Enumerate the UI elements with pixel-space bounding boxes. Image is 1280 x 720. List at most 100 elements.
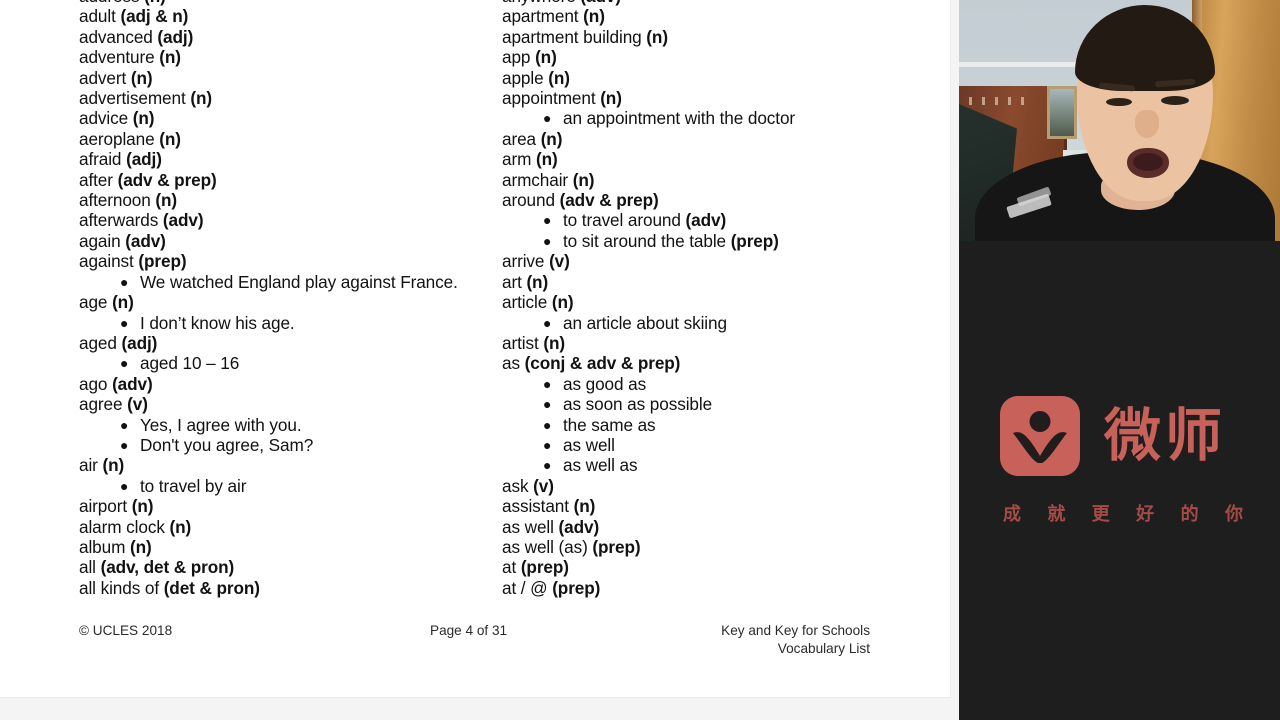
vocabulary-entry: apartment building (n) bbox=[502, 27, 922, 47]
entry-part-of-speech: (adj & n) bbox=[120, 6, 189, 27]
vocabulary-example: ● aged 10 – 16 bbox=[79, 353, 479, 373]
tagline-character: 成 bbox=[1003, 504, 1021, 525]
entry-headword: apartment bbox=[502, 6, 584, 27]
brand-tagline: 成就更好的你 bbox=[1003, 500, 1243, 526]
vocabulary-entry: advert (n) bbox=[79, 68, 479, 88]
entry-headword: all kinds of bbox=[79, 577, 164, 598]
vocabulary-entry: at (prep) bbox=[502, 557, 922, 577]
entry-headword: around bbox=[502, 190, 560, 211]
weishi-wordmark: 微师 bbox=[1104, 403, 1226, 469]
entry-headword: advertisement bbox=[79, 88, 191, 109]
footer-copyright: © UCLES 2018 bbox=[79, 623, 173, 638]
vocabulary-entry: around (adv & prep) bbox=[502, 190, 922, 210]
vocabulary-entry: age (n) bbox=[79, 292, 479, 312]
weishi-app-icon bbox=[1000, 396, 1080, 476]
entry-headword: adventure bbox=[79, 47, 160, 68]
entry-part-of-speech: (conj & adv & prep) bbox=[524, 353, 681, 374]
entry-part-of-speech: (v) bbox=[127, 394, 148, 415]
vocabulary-entry: adult (adj & n) bbox=[79, 6, 479, 26]
entry-headword: as well bbox=[502, 516, 559, 537]
footer-title-line-1: Key and Key for Schools bbox=[721, 623, 870, 638]
entry-part-of-speech: (prep) bbox=[520, 557, 569, 578]
entry-headword: at / @ bbox=[502, 577, 553, 598]
footer-title-line-2: Vocabulary List bbox=[777, 640, 870, 656]
vocabulary-example: ● an article about skiing bbox=[502, 313, 922, 333]
vocabulary-entry: afternoon (n) bbox=[79, 190, 479, 210]
entry-part-of-speech: (n) bbox=[600, 88, 622, 109]
vocabulary-entry: app (n) bbox=[502, 47, 922, 67]
entry-part-of-speech: (n) bbox=[583, 6, 605, 27]
entry-headword: against bbox=[79, 251, 139, 272]
bullet-icon: ● bbox=[543, 396, 552, 413]
entry-headword: apple bbox=[502, 67, 549, 88]
entry-part-of-speech: (n) bbox=[535, 149, 558, 170]
example-text: to sit around the table bbox=[563, 230, 731, 251]
entry-headword: article bbox=[502, 292, 552, 313]
vocabulary-entry: armchair (n) bbox=[502, 170, 922, 190]
brand-logo-block: 微师 成 就 更 好 的 你 bbox=[959, 241, 1280, 720]
example-text: an appointment with the doctor bbox=[563, 108, 796, 129]
vocabulary-entry: after (adv & prep) bbox=[79, 170, 479, 190]
entry-part-of-speech: (adv & prep) bbox=[117, 169, 217, 190]
document-page: address (n) adult (adj & n)advanced (adj)… bbox=[0, 0, 950, 697]
entry-headword: as well (as) bbox=[502, 536, 593, 557]
vocabulary-entry: art (n) bbox=[502, 272, 922, 292]
example-text: as soon as possible bbox=[563, 394, 713, 415]
example-text: to travel by air bbox=[140, 475, 247, 496]
vocabulary-entry: aged (adj) bbox=[79, 333, 479, 353]
entry-part-of-speech: (n) bbox=[169, 516, 192, 537]
webcam-door-hooks bbox=[969, 97, 1027, 105]
entry-headword: all bbox=[79, 557, 101, 578]
entry-part-of-speech: (prep) bbox=[552, 577, 601, 598]
webcam-person-nose bbox=[1135, 110, 1159, 138]
entry-headword: app bbox=[502, 47, 536, 68]
page-footer: © UCLES 2018 Page 4 of 31 Key and Key fo… bbox=[0, 622, 950, 672]
vocabulary-example: ● the same as bbox=[502, 415, 922, 435]
vocabulary-entry: ask (v) bbox=[502, 476, 922, 496]
vocabulary-example: ● to travel around (adv) bbox=[502, 210, 922, 230]
entry-part-of-speech: (det & pron) bbox=[163, 577, 260, 598]
vocabulary-entry: all kinds of (det & pron) bbox=[79, 578, 479, 598]
vocabulary-entry: again (adv) bbox=[79, 231, 479, 251]
document-viewer[interactable]: address (n) adult (adj & n)advanced (adj)… bbox=[0, 0, 959, 720]
entry-part-of-speech: (n) bbox=[540, 128, 563, 149]
entry-headword: address bbox=[79, 0, 144, 6]
vocabulary-entry: advertisement (n) bbox=[79, 88, 479, 108]
vocabulary-example: ● to sit around the table (prep) bbox=[502, 231, 922, 251]
example-text: Don't you agree, Sam? bbox=[140, 434, 314, 455]
tagline-character: 你 bbox=[1224, 504, 1243, 525]
entry-headword: age bbox=[79, 292, 113, 313]
entry-part-of-speech: (adj) bbox=[126, 149, 162, 170]
bullet-icon: ● bbox=[120, 314, 129, 331]
bullet-icon: ● bbox=[543, 436, 552, 453]
entry-headword: area bbox=[502, 128, 541, 149]
entry-headword: appointment bbox=[502, 88, 601, 109]
entry-part-of-speech: (n) bbox=[155, 190, 178, 211]
entry-headword: advanced bbox=[79, 26, 158, 47]
bullet-icon: ● bbox=[120, 436, 129, 453]
footer-page-number: Page 4 of 31 bbox=[430, 623, 508, 638]
example-text: to travel around bbox=[563, 210, 686, 231]
vocabulary-entry: as well (as) (prep) bbox=[502, 537, 922, 557]
entry-headword: ago bbox=[79, 373, 113, 394]
tagline-character: 好 bbox=[1136, 504, 1155, 525]
bullet-icon: ● bbox=[120, 273, 129, 290]
presenter-webcam-video[interactable] bbox=[959, 0, 1280, 241]
vocabulary-example: ● Don't you agree, Sam? bbox=[79, 435, 479, 455]
webcam-person-mouth-inner bbox=[1133, 153, 1163, 171]
entry-headword: apartment building bbox=[502, 26, 647, 47]
bullet-icon: ● bbox=[120, 416, 129, 433]
example-part-of-speech: (prep) bbox=[730, 230, 779, 251]
entry-part-of-speech: (adv, det & pron) bbox=[100, 557, 235, 578]
entry-part-of-speech: (n) bbox=[548, 67, 570, 88]
entry-part-of-speech: (n) bbox=[102, 455, 125, 476]
example-text: aged 10 – 16 bbox=[140, 353, 240, 374]
tagline-character: 就 bbox=[1047, 504, 1066, 525]
vocabulary-entry: assistant (n) bbox=[502, 496, 922, 516]
vocabulary-example: ● to travel by air bbox=[79, 476, 479, 496]
entry-headword: afternoon bbox=[79, 190, 156, 211]
entry-part-of-speech: (n) bbox=[551, 292, 574, 313]
entry-part-of-speech: (n) bbox=[535, 47, 557, 68]
example-text: as well as bbox=[563, 455, 638, 476]
vocabulary-entry: ago (adv) bbox=[79, 374, 479, 394]
